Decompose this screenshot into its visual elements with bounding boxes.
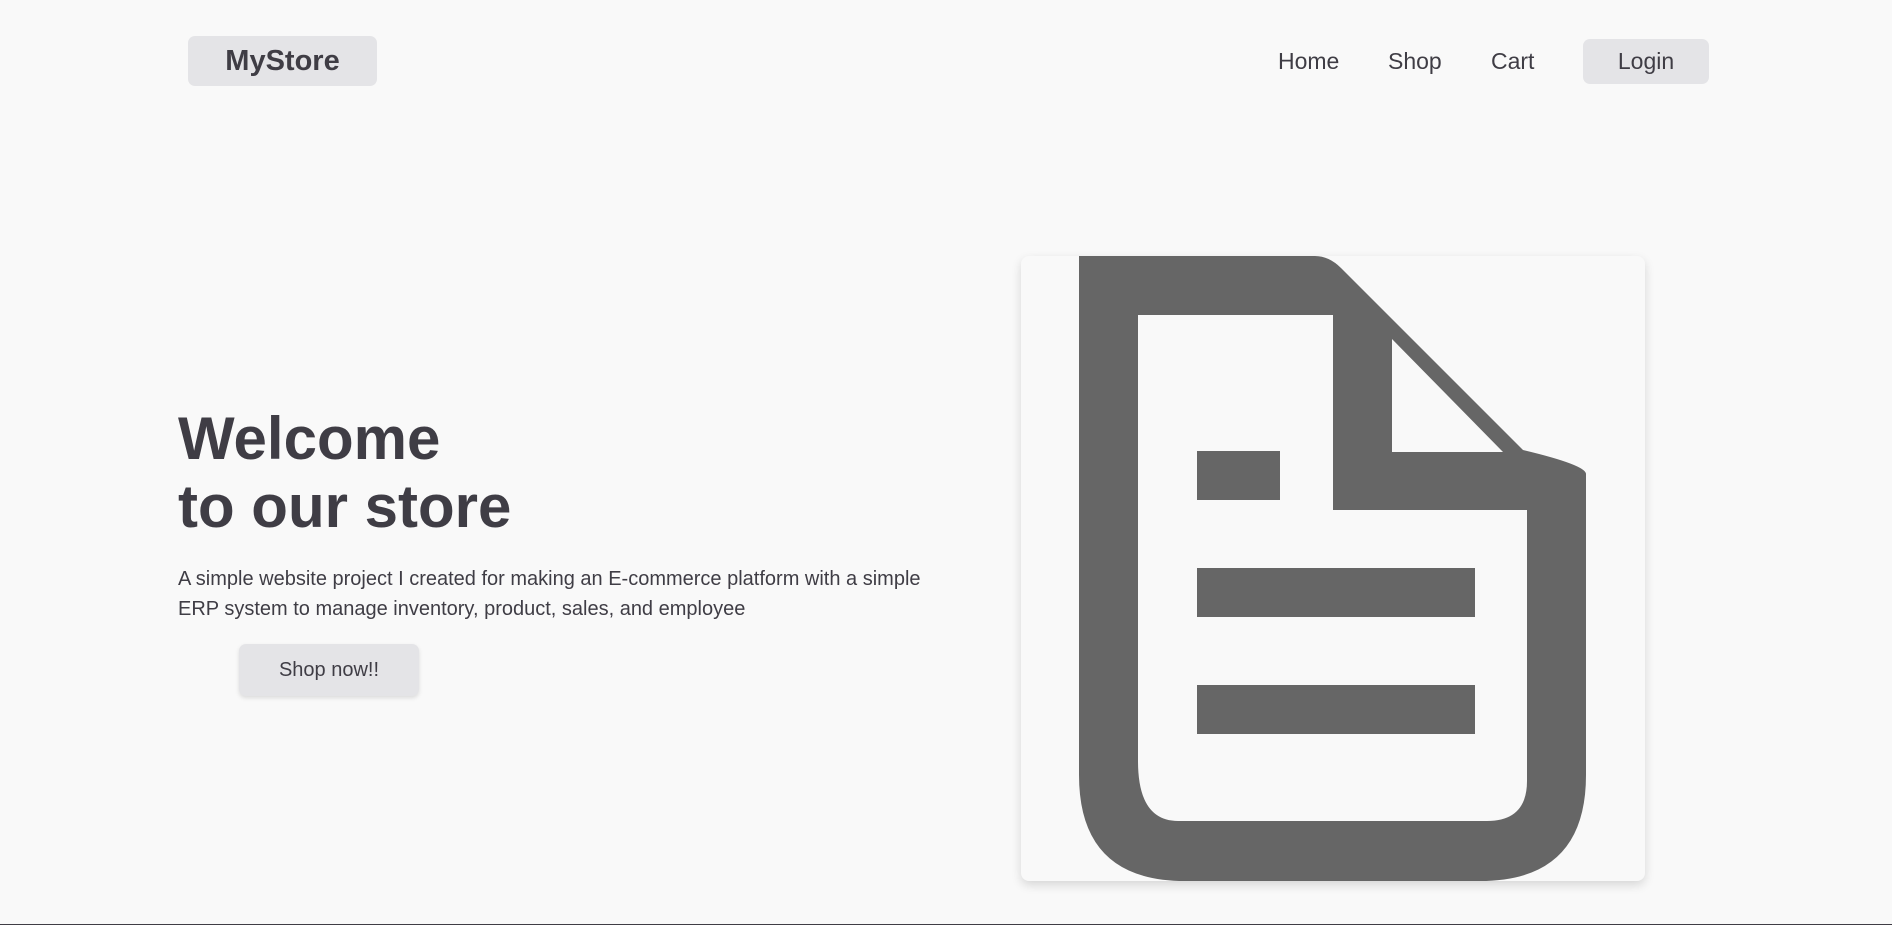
hero-illustration bbox=[1021, 256, 1645, 881]
nav-link-cart[interactable]: Cart bbox=[1491, 46, 1534, 76]
nav-link-shop[interactable]: Shop bbox=[1388, 46, 1442, 76]
logo[interactable]: MyStore bbox=[188, 36, 377, 86]
login-button[interactable]: Login bbox=[1583, 39, 1709, 84]
shop-now-button[interactable]: Shop now!! bbox=[239, 644, 419, 696]
page: MyStore Home Shop Cart Login Welcome to … bbox=[0, 0, 1892, 925]
hero-title-line2: to our store bbox=[178, 473, 512, 540]
nav-link-home[interactable]: Home bbox=[1278, 46, 1339, 76]
doc-line-2 bbox=[1197, 685, 1475, 734]
doc-line-1 bbox=[1197, 568, 1475, 617]
hero-title-line1: Welcome bbox=[178, 405, 441, 472]
doc-line-short bbox=[1197, 451, 1280, 500]
document-icon bbox=[1079, 256, 1586, 881]
hero-title: Welcome to our store bbox=[178, 405, 511, 541]
hero-description: A simple website project I created for m… bbox=[178, 568, 921, 620]
